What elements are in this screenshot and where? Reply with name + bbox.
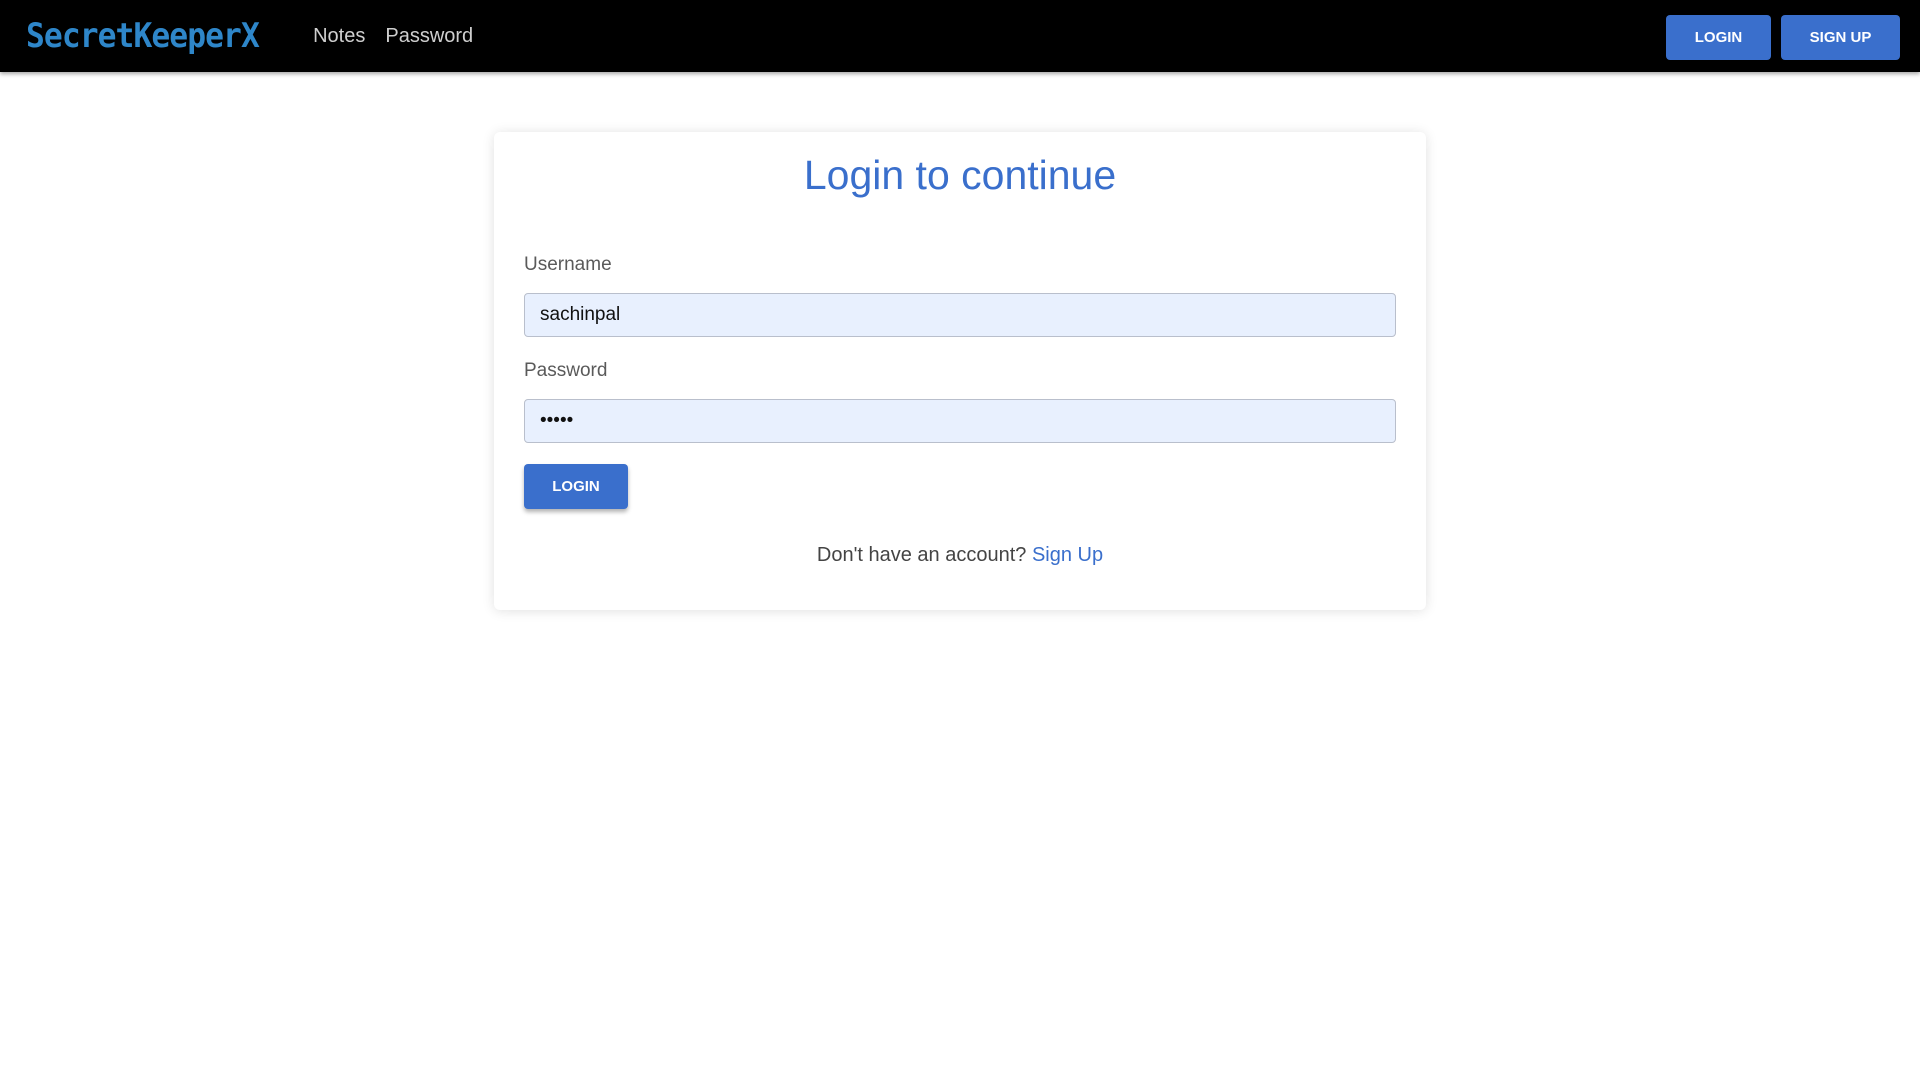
signup-prompt-text: Don't have an account? xyxy=(816,544,1027,566)
username-label: Username xyxy=(524,254,612,275)
nav-link-notes[interactable]: Notes xyxy=(313,25,365,48)
signup-link[interactable]: Sign Up xyxy=(1032,544,1103,566)
signup-prompt: Don't have an account? Sign Up xyxy=(494,544,1426,567)
top-navbar: SecretKeeperX Notes Password LOGIN SIGN … xyxy=(0,0,1920,72)
nav-links: Notes Password xyxy=(299,25,479,48)
password-input[interactable] xyxy=(524,399,1396,443)
nav-login-button[interactable]: LOGIN xyxy=(1666,15,1771,60)
nav-signup-button[interactable]: SIGN UP xyxy=(1781,15,1900,60)
login-card: Login to continue Username Password LOGI… xyxy=(494,132,1426,610)
login-submit-button[interactable]: LOGIN xyxy=(524,464,628,509)
username-input[interactable] xyxy=(524,293,1396,337)
nav-actions: LOGIN SIGN UP xyxy=(1666,15,1900,60)
brand-logo[interactable]: SecretKeeperX xyxy=(26,16,260,56)
nav-link-password[interactable]: Password xyxy=(385,25,473,48)
login-title: Login to continue xyxy=(803,152,1117,198)
password-label: Password xyxy=(524,360,608,381)
